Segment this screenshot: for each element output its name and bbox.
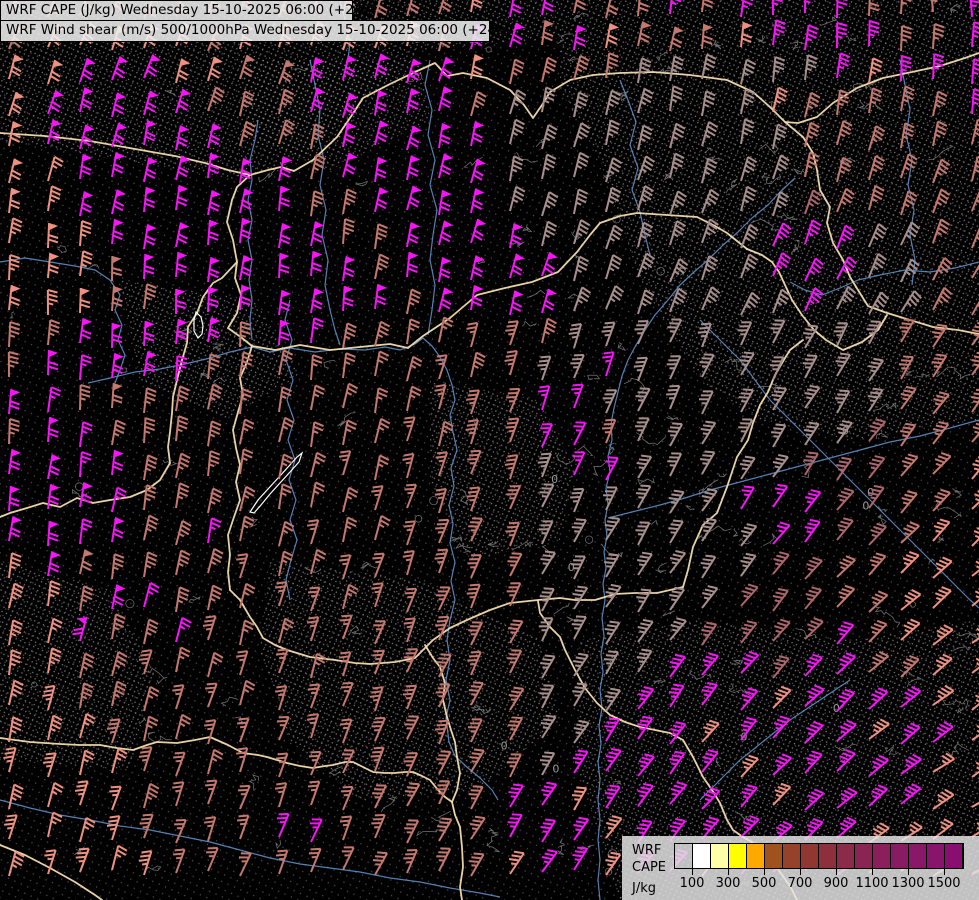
legend-tick [764,869,765,875]
legend-label-unit: J/kg [632,882,656,895]
legend-color-cell [783,844,801,868]
legend-color-cell [873,844,891,868]
title-line-cape: WRF CAPE (J/kg) Wednesday 15-10-2025 06:… [0,0,353,21]
svg-text:0: 0 [501,739,508,752]
weather-map-stage: 000000000 WRF CAPE (J/kg) Wednesday 15-1… [0,0,979,900]
map-canvas: 000000000 [0,0,979,900]
legend-color-cell [891,844,909,868]
legend-colorbar [674,843,964,869]
legend-color-cell [711,844,729,868]
legend-color-cell [693,844,711,868]
legend-color-cell [909,844,927,868]
legend-color-cell [747,844,765,868]
legend-tick [692,869,693,875]
title-line-shear: WRF Wind shear (m/s) 500/1000hPa Wednesd… [0,20,490,42]
legend-color-cell [765,844,783,868]
legend-tick [872,869,873,875]
legend-tick [944,869,945,875]
legend-tick [908,869,909,875]
legend-label-cape: CAPE [632,861,666,874]
legend-color-cell [801,844,819,868]
legend-tick [728,869,729,875]
legend-color-cell [819,844,837,868]
svg-text:0: 0 [552,762,559,775]
title-box: WRF CAPE (J/kg) Wednesday 15-10-2025 06:… [0,0,490,42]
legend-tick [836,869,837,875]
legend-tick [800,869,801,875]
legend-color-cell [675,844,693,868]
legend-color-cell [855,844,873,868]
svg-text:0: 0 [867,486,874,499]
cape-legend-panel: WRF CAPE J/kg 10030050070090011001300150… [622,836,979,900]
legend-tick-label: 1500 [922,876,966,891]
legend-color-cell [729,844,747,868]
svg-text:0: 0 [862,499,869,512]
legend-label-wrf: WRF [632,844,661,857]
legend-color-cell [945,844,963,868]
legend-color-cell [837,844,855,868]
legend-color-cell [927,844,945,868]
